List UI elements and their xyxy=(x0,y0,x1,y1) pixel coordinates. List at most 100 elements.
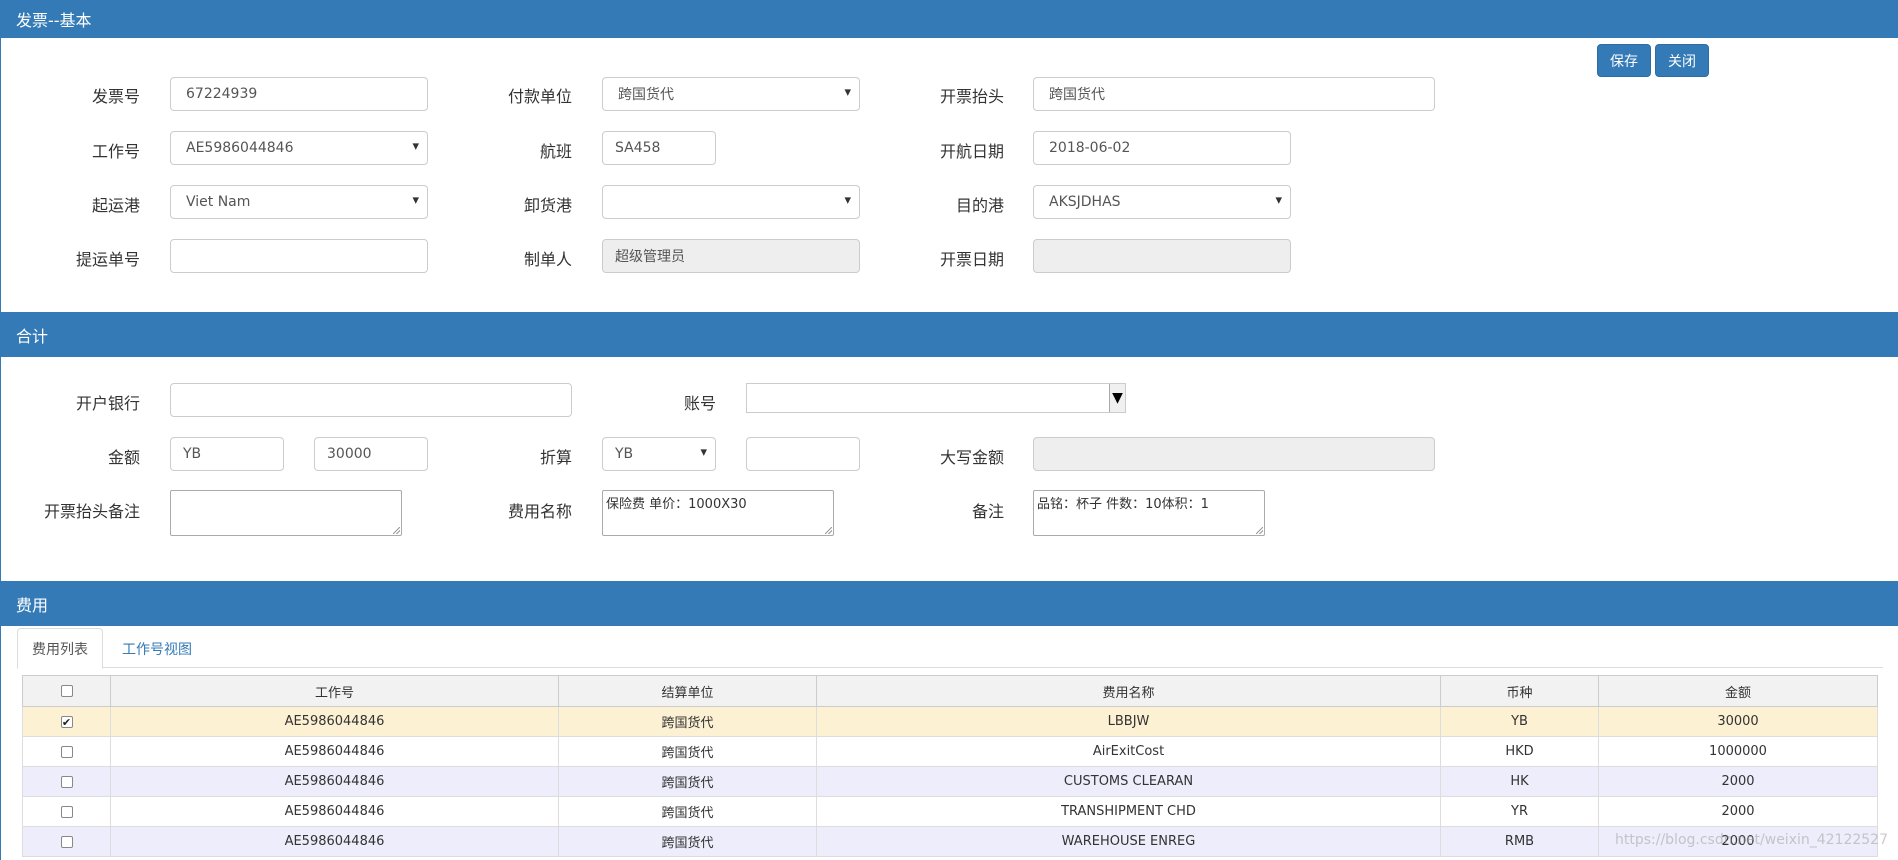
cell-amount: 2000 xyxy=(1598,766,1878,797)
row-select-cell[interactable] xyxy=(22,826,111,857)
column-header-amount[interactable]: 金额 xyxy=(1598,675,1878,707)
select-all-checkbox[interactable] xyxy=(60,685,73,697)
cell-fee-name: TRANSHIPMENT CHD xyxy=(816,796,1441,827)
row-select-cell[interactable] xyxy=(22,796,111,827)
cell-job: AE5986044846 xyxy=(110,826,559,857)
cell-fee-name: WAREHOUSE ENREG xyxy=(816,826,1441,857)
remark-textarea[interactable]: 品铭：杯子 件数：10体积：1 xyxy=(1033,490,1265,536)
convert-value-input[interactable] xyxy=(746,437,860,471)
fees-tabs: 费用列表 工作号视图 xyxy=(17,628,1883,669)
bl-no-input[interactable] xyxy=(170,239,428,273)
cell-amount: 30000 xyxy=(1598,706,1878,737)
amount-words-label: 大写金额 xyxy=(939,448,1004,467)
payer-select[interactable]: 跨国货代 xyxy=(602,77,860,111)
bank-label: 开户银行 xyxy=(75,394,140,413)
convert-label: 折算 xyxy=(539,448,572,467)
convert-currency-select[interactable]: YB xyxy=(602,437,716,471)
table-row[interactable]: AE5986044846 跨国货代 CUSTOMS CLEARAN HK 200… xyxy=(22,766,1878,797)
fee-name-label: 费用名称 xyxy=(507,502,572,521)
cell-currency: HK xyxy=(1440,766,1599,797)
cell-amount: 1000000 xyxy=(1598,736,1878,767)
creator-label: 制单人 xyxy=(523,250,572,269)
cell-unit: 跨国货代 xyxy=(558,706,817,737)
row-checkbox[interactable] xyxy=(60,835,73,848)
remark-label: 备注 xyxy=(971,502,1004,521)
invoice-date-label: 开票日期 xyxy=(939,250,1004,269)
table-header-row: 工作号 结算单位 费用名称 币种 金额 xyxy=(22,675,1878,707)
flight-label: 航班 xyxy=(539,142,572,161)
tab-fee-list[interactable]: 费用列表 xyxy=(17,628,103,669)
tab-job-view[interactable]: 工作号视图 xyxy=(108,628,206,669)
row-checkbox[interactable] xyxy=(60,745,73,758)
bl-no-label: 提运单号 xyxy=(75,250,140,269)
column-header-job[interactable]: 工作号 xyxy=(110,675,559,707)
creator-input: 超级管理员 xyxy=(602,239,860,273)
sail-date-input[interactable]: 2018-06-02 xyxy=(1033,131,1291,165)
origin-port-value: Viet Nam xyxy=(186,194,251,210)
invoice-no-input[interactable]: 67224939 xyxy=(170,77,428,111)
row-select-cell[interactable] xyxy=(22,766,111,797)
column-header-fee-name[interactable]: 费用名称 xyxy=(816,675,1441,707)
amount-value-input[interactable]: 30000 xyxy=(314,437,428,471)
select-all-cell[interactable] xyxy=(22,675,111,707)
cell-unit: 跨国货代 xyxy=(558,766,817,797)
row-select-cell[interactable]: ✔ xyxy=(22,706,111,737)
cell-job: AE5986044846 xyxy=(110,766,559,797)
column-header-currency[interactable]: 币种 xyxy=(1440,675,1599,707)
row-checkbox[interactable] xyxy=(60,775,73,788)
panel-fees-header: 费用 xyxy=(0,581,1898,626)
dest-port-select[interactable]: AKSJDHAS xyxy=(1033,185,1291,219)
panel-basic-header: 发票--基本 xyxy=(0,0,1898,38)
flight-input[interactable]: SA458 xyxy=(602,131,716,165)
cell-currency: RMB xyxy=(1440,826,1599,857)
table-row[interactable]: ✔ AE5986044846 跨国货代 LBBJW YB 30000 xyxy=(22,706,1878,737)
invoice-date-input xyxy=(1033,239,1291,273)
origin-port-label: 起运港 xyxy=(91,196,140,215)
cell-amount: 2000 xyxy=(1598,796,1878,827)
cell-unit: 跨国货代 xyxy=(558,826,817,857)
bank-input[interactable] xyxy=(170,383,572,417)
account-select[interactable]: ▼ xyxy=(746,383,1126,413)
cell-fee-name: LBBJW xyxy=(816,706,1441,737)
fees-table: 工作号 结算单位 费用名称 币种 金额 ✔ AE5986044846 跨国货代 … xyxy=(22,675,1878,857)
invoice-no-label: 发票号 xyxy=(91,87,140,106)
sail-date-label: 开航日期 xyxy=(939,142,1004,161)
header-remark-label: 开票抬头备注 xyxy=(43,502,140,521)
origin-port-select[interactable]: Viet Nam xyxy=(170,185,428,219)
column-header-unit[interactable]: 结算单位 xyxy=(558,675,817,707)
row-checkbox-checked[interactable]: ✔ xyxy=(60,715,73,728)
discharge-port-select[interactable] xyxy=(602,185,860,219)
table-row[interactable]: AE5986044846 跨国货代 WAREHOUSE ENREG RMB 20… xyxy=(22,826,1878,857)
cell-currency: YR xyxy=(1440,796,1599,827)
invoice-header-input[interactable]: 跨国货代 xyxy=(1033,77,1435,111)
panel-total-header: 合计 xyxy=(0,312,1898,357)
convert-currency-value: YB xyxy=(615,446,634,462)
watermark: https://blog.csdn.net/weixin_42122527 xyxy=(1614,832,1888,848)
cell-fee-name: AirExitCost xyxy=(816,736,1441,767)
caret-down-icon[interactable]: ▼ xyxy=(1109,384,1125,412)
save-button[interactable]: 保存 xyxy=(1597,44,1651,77)
cell-job: AE5986044846 xyxy=(110,736,559,767)
header-remark-textarea[interactable] xyxy=(170,490,402,536)
cell-unit: 跨国货代 xyxy=(558,736,817,767)
cell-currency: HKD xyxy=(1440,736,1599,767)
job-no-value: AE5986044846 xyxy=(186,140,294,156)
table-row[interactable]: AE5986044846 跨国货代 TRANSHIPMENT CHD YR 20… xyxy=(22,796,1878,827)
amount-currency-input[interactable]: YB xyxy=(170,437,284,471)
panel-fees-title: 费用 xyxy=(16,595,49,615)
invoice-header-label: 开票抬头 xyxy=(939,87,1004,106)
dest-port-label: 目的港 xyxy=(955,196,1004,215)
job-no-select[interactable]: AE5986044846 xyxy=(170,131,428,165)
fee-name-textarea[interactable]: 保险费 单价：1000X30 xyxy=(602,490,834,536)
close-button[interactable]: 关闭 xyxy=(1655,44,1709,77)
panel-total-title: 合计 xyxy=(16,326,49,346)
row-select-cell[interactable] xyxy=(22,736,111,767)
cell-job: AE5986044846 xyxy=(110,706,559,737)
cell-currency: YB xyxy=(1440,706,1599,737)
table-row[interactable]: AE5986044846 跨国货代 AirExitCost HKD 100000… xyxy=(22,736,1878,767)
cell-fee-name: CUSTOMS CLEARAN xyxy=(816,766,1441,797)
account-label: 账号 xyxy=(683,394,716,413)
row-checkbox[interactable] xyxy=(60,805,73,818)
amount-words-input xyxy=(1033,437,1435,471)
cell-job: AE5986044846 xyxy=(110,796,559,827)
